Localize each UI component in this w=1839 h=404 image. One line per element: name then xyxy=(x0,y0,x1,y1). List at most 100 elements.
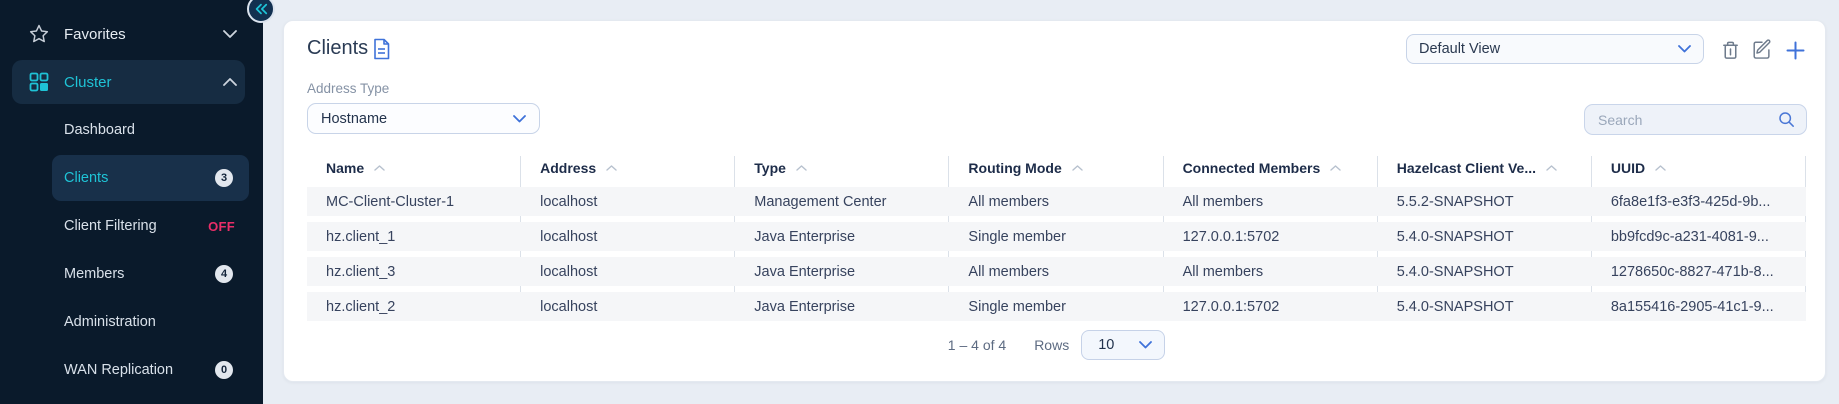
sort-asc-icon xyxy=(1655,165,1666,171)
sidebar-item-label: WAN Replication xyxy=(64,362,173,378)
table-cell: hz.client_1 xyxy=(307,222,521,251)
pagination-range: 1 – 4 of 4 xyxy=(948,337,1006,353)
table-header-row: Name Address Type Routing Mode Connected Mem… xyxy=(307,154,1806,182)
document-icon[interactable] xyxy=(372,38,391,65)
sort-asc-icon xyxy=(1072,165,1083,171)
chevron-down-icon xyxy=(1139,341,1152,349)
sidebar-section-cluster[interactable]: Cluster xyxy=(0,58,263,106)
table-row-mc-client-cluster-1[interactable]: MC-Client-Cluster-1localhostManagement C… xyxy=(307,187,1806,216)
column-header-label: Hazelcast Client Ve... xyxy=(1397,160,1536,176)
page-title: Clients xyxy=(307,37,368,60)
sidebar-item-label: Client Filtering xyxy=(64,218,157,234)
column-header-name[interactable]: Name xyxy=(307,154,521,182)
table-row-hz-client-1[interactable]: hz.client_1localhostJava EnterpriseSingl… xyxy=(307,222,1806,251)
sidebar-item-label: Administration xyxy=(64,314,156,330)
main-area: Clients Default View xyxy=(263,0,1839,404)
sidebar-item-members[interactable]: Members 4 xyxy=(0,250,263,298)
table-cell: All members xyxy=(949,187,1163,216)
sidebar-item-label: Clients xyxy=(64,170,108,186)
trash-icon xyxy=(1720,39,1741,62)
table-cell: 5.5.2-SNAPSHOT xyxy=(1378,187,1592,216)
search-icon xyxy=(1778,111,1795,128)
table-cell: 1278650c-8827-471b-8... xyxy=(1592,257,1806,286)
rows-per-page-value: 10 xyxy=(1098,337,1114,353)
sort-asc-icon xyxy=(1546,165,1557,171)
column-header-label: Connected Members xyxy=(1183,160,1321,176)
table-cell: hz.client_3 xyxy=(307,257,521,286)
table-cell: 127.0.0.1:5702 xyxy=(1164,292,1378,321)
table-row-hz-client-3[interactable]: hz.client_3localhostJava EnterpriseAll m… xyxy=(307,257,1806,286)
table-cell: Java Enterprise xyxy=(735,257,949,286)
sidebar-section-label: Cluster xyxy=(64,74,112,91)
table-cell: localhost xyxy=(521,222,735,251)
grid-icon xyxy=(28,71,64,93)
sort-asc-icon xyxy=(374,165,385,171)
address-type-select[interactable]: Hostname xyxy=(307,103,540,134)
count-badge: 4 xyxy=(215,265,233,283)
chevron-down-icon xyxy=(1678,45,1691,53)
chevron-up-icon xyxy=(223,78,237,86)
column-header-type[interactable]: Type xyxy=(735,154,949,182)
table-cell: 127.0.0.1:5702 xyxy=(1164,222,1378,251)
table-cell: All members xyxy=(949,257,1163,286)
sidebar-collapse-button[interactable] xyxy=(247,0,275,23)
table-cell: localhost xyxy=(521,292,735,321)
rows-per-page-label: Rows xyxy=(1034,337,1069,353)
sort-asc-icon xyxy=(796,165,807,171)
column-header-hazelcast-client-ve[interactable]: Hazelcast Client Ve... xyxy=(1378,154,1592,182)
add-view-button[interactable] xyxy=(1782,37,1808,63)
table-cell: Java Enterprise xyxy=(735,222,949,251)
column-header-label: Routing Mode xyxy=(968,160,1061,176)
table-cell: bb9fcd9c-a231-4081-9... xyxy=(1592,222,1806,251)
table-cell: localhost xyxy=(521,257,735,286)
table-row-hz-client-2[interactable]: hz.client_2localhostJava EnterpriseSingl… xyxy=(307,292,1806,321)
view-select-value: Default View xyxy=(1419,41,1500,57)
clients-panel: Clients Default View xyxy=(283,20,1826,382)
pagination: 1 – 4 of 4 Rows 10 xyxy=(307,329,1806,361)
table-cell: MC-Client-Cluster-1 xyxy=(307,187,521,216)
sidebar-item-label: Members xyxy=(64,266,124,282)
column-header-routing-mode[interactable]: Routing Mode xyxy=(949,154,1163,182)
chevron-down-icon xyxy=(513,115,526,123)
column-header-label: Name xyxy=(326,160,364,176)
count-badge: 0 xyxy=(215,361,233,379)
table-cell: 5.4.0-SNAPSHOT xyxy=(1378,222,1592,251)
sidebar-item-clients[interactable]: Clients3 xyxy=(0,154,263,202)
sidebar-section-label: Favorites xyxy=(64,26,126,43)
sidebar-item-dashboard[interactable]: Dashboard xyxy=(0,106,263,154)
clients-table: Name Address Type Routing Mode Connected Mem… xyxy=(307,154,1806,321)
address-type-label: Address Type xyxy=(307,81,389,96)
chevrons-left-icon xyxy=(253,2,269,16)
column-header-label: Address xyxy=(540,160,596,176)
edit-view-button[interactable] xyxy=(1749,37,1775,63)
sidebar-item-administration[interactable]: Administration xyxy=(0,298,263,346)
sidebar-item-label: Dashboard xyxy=(64,122,135,138)
table-cell: Java Enterprise xyxy=(735,292,949,321)
table-cell: hz.client_2 xyxy=(307,292,521,321)
table-cell: Single member xyxy=(949,292,1163,321)
sidebar: Favorites Cluster DashboardClients3Clien… xyxy=(0,0,263,404)
sidebar-item-client-filtering[interactable]: Client Filtering OFF xyxy=(0,202,263,250)
chevron-down-icon xyxy=(223,30,237,38)
search-input[interactable] xyxy=(1596,111,1778,129)
column-header-address[interactable]: Address xyxy=(521,154,735,182)
column-header-connected-members[interactable]: Connected Members xyxy=(1164,154,1378,182)
table-cell: Management Center xyxy=(735,187,949,216)
rows-per-page-select[interactable]: 10 xyxy=(1081,330,1165,360)
column-header-uuid[interactable]: UUID xyxy=(1592,154,1806,182)
status-badge: OFF xyxy=(208,219,235,234)
table-cell: Single member xyxy=(949,222,1163,251)
address-type-value: Hostname xyxy=(321,111,387,127)
plus-icon xyxy=(1785,40,1806,61)
table-cell: localhost xyxy=(521,187,735,216)
view-select[interactable]: Default View xyxy=(1406,34,1704,64)
column-header-label: Type xyxy=(754,160,786,176)
sidebar-section-favorites[interactable]: Favorites xyxy=(0,10,263,58)
search-box xyxy=(1584,104,1807,135)
column-header-label: UUID xyxy=(1611,160,1645,176)
delete-view-button[interactable] xyxy=(1717,37,1743,63)
table-cell: 6fa8e1f3-e3f3-425d-9b... xyxy=(1592,187,1806,216)
sidebar-items: Dashboard Clients3 Client Filtering OFF Memb… xyxy=(0,106,263,394)
sort-asc-icon xyxy=(606,165,617,171)
sidebar-item-wan-replication[interactable]: WAN Replication 0 xyxy=(0,346,263,394)
